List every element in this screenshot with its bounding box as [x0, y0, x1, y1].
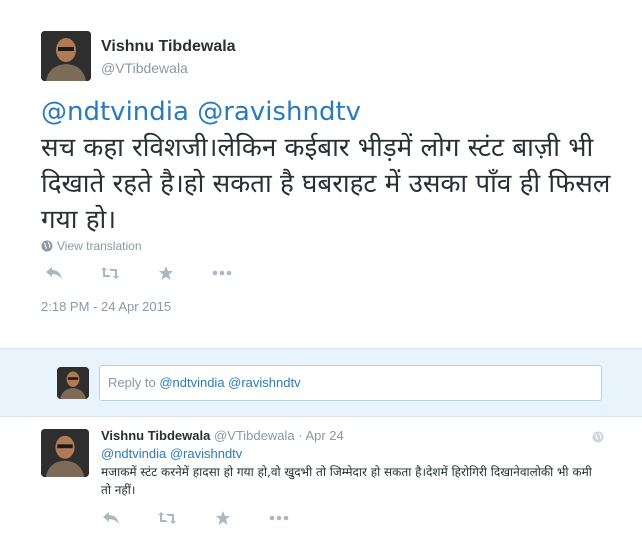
- reply-actions: [101, 509, 289, 527]
- reply-icon[interactable]: [101, 509, 121, 527]
- avatar[interactable]: [41, 429, 89, 477]
- favorite-icon[interactable]: [156, 264, 176, 282]
- separator: ·: [298, 428, 303, 443]
- avatar[interactable]: [41, 31, 91, 81]
- globe-icon: [41, 240, 53, 252]
- globe-icon[interactable]: [592, 431, 604, 443]
- view-translation-label: View translation: [57, 239, 142, 253]
- author-handle[interactable]: @VTibdewala: [101, 60, 188, 76]
- reply-mentions[interactable]: @ndtvindia @ravishndtv: [101, 446, 242, 461]
- more-icon[interactable]: [212, 264, 232, 282]
- reply-text: मजाकमें स्टंट करनेमें हादसा हो गया हो,वो…: [101, 465, 592, 497]
- more-icon[interactable]: [269, 509, 289, 527]
- tweet-text: @ndtvindia @ravishndtv सच कहा रविशजी।लेक…: [41, 94, 621, 238]
- reply-mentions: @ndtvindia @ravishndtv: [159, 375, 301, 390]
- reply-prefix: Reply to: [108, 375, 160, 390]
- reply-icon[interactable]: [44, 264, 64, 282]
- main-tweet: Vishnu Tibdewala @VTibdewala @ndtvindia …: [0, 0, 642, 348]
- author-handle[interactable]: @VTibdewala: [214, 428, 295, 443]
- author-name[interactable]: Vishnu Tibdewala: [101, 38, 236, 56]
- author-name[interactable]: Vishnu Tibdewala: [101, 428, 210, 443]
- timestamp[interactable]: 2:18 PM - 24 Apr 2015: [41, 299, 171, 314]
- reply-area: Reply to @ndtvindia @ravishndtv: [0, 348, 642, 417]
- retweet-icon[interactable]: [100, 264, 120, 282]
- mention-link[interactable]: @ravishndtv: [197, 97, 361, 127]
- view-translation-link[interactable]: View translation: [41, 239, 142, 253]
- reply-tweet[interactable]: Vishnu Tibdewala @VTibdewala · Apr 24 @n…: [0, 417, 642, 540]
- mention-link[interactable]: @ndtvindia: [41, 97, 189, 127]
- tweet-body: सच कहा रविशजी।लेकिन कईबार भीड़में लोग स्…: [41, 133, 611, 235]
- reply-input[interactable]: Reply to @ndtvindia @ravishndtv: [99, 365, 602, 401]
- tweet-actions: [44, 264, 232, 282]
- reply-date[interactable]: Apr 24: [305, 428, 343, 443]
- retweet-icon[interactable]: [157, 509, 177, 527]
- favorite-icon[interactable]: [213, 509, 233, 527]
- reply-header: Vishnu Tibdewala @VTibdewala · Apr 24: [101, 428, 344, 443]
- avatar: [57, 367, 89, 399]
